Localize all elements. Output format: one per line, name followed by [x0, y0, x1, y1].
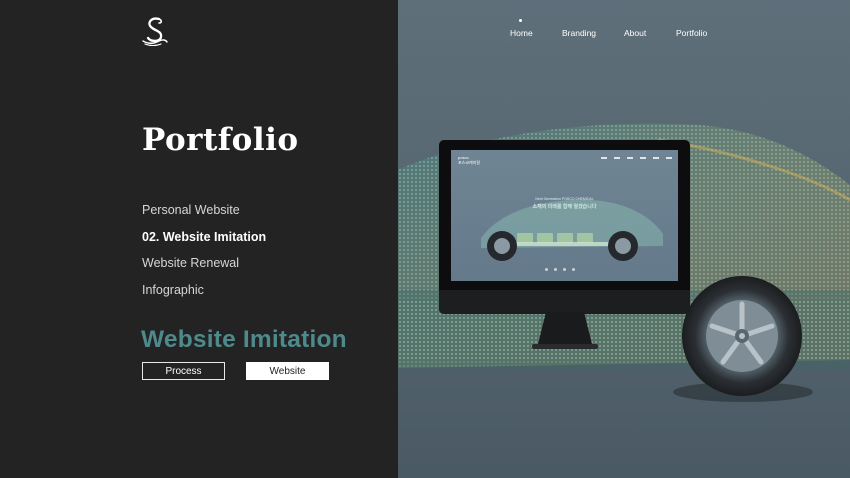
preview-slider-dots — [545, 268, 575, 271]
nav-portfolio[interactable]: Portfolio — [676, 28, 707, 38]
left-panel: Portfolio Personal Website 02. Website I… — [0, 0, 398, 478]
monitor-mockup: posco 포스코케미칼 Next Generation POSCO CHEMI… — [439, 140, 690, 314]
swan-s-logo-icon[interactable] — [141, 16, 169, 46]
menu-item-website-renewal[interactable]: Website Renewal — [142, 255, 266, 282]
preview-panel: Home Branding About Portfolio posco 포스코케… — [398, 0, 850, 478]
process-button[interactable]: Process — [142, 362, 225, 380]
section-title: Website Imitation — [141, 326, 347, 353]
top-navigation: Home Branding About Portfolio — [398, 19, 850, 42]
website-preview-screen[interactable]: posco 포스코케미칼 Next Generation POSCO CHEMI… — [451, 150, 678, 281]
website-button[interactable]: Website — [246, 362, 329, 380]
portfolio-menu: Personal Website 02. Website Imitation W… — [142, 202, 266, 308]
monitor-stand — [532, 312, 598, 349]
monitor-chin — [439, 290, 690, 314]
preview-car-image — [481, 199, 663, 261]
menu-item-website-imitation[interactable]: 02. Website Imitation — [142, 229, 266, 256]
nav-about[interactable]: About — [624, 28, 646, 38]
menu-item-personal-website[interactable]: Personal Website — [142, 202, 266, 229]
active-nav-indicator — [519, 19, 522, 22]
nav-branding[interactable]: Branding — [562, 28, 596, 38]
menu-item-infographic[interactable]: Infographic — [142, 282, 266, 309]
page-title: Portfolio — [142, 122, 299, 158]
nav-home[interactable]: Home — [510, 28, 533, 38]
